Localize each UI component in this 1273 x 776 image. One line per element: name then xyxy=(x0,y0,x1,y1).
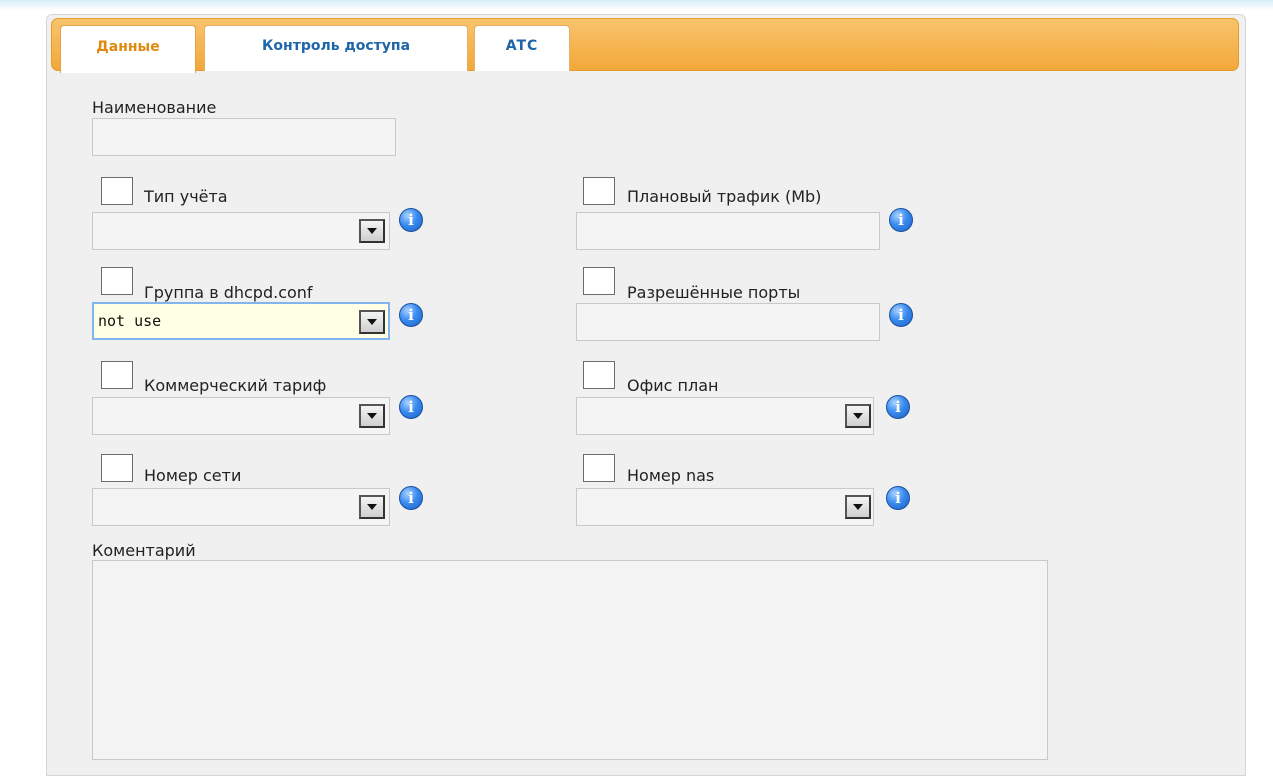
commercial-tariff-label: Коммерческий тариф xyxy=(144,376,327,395)
info-icon[interactable]: i xyxy=(399,208,423,232)
chevron-down-icon[interactable] xyxy=(845,404,871,428)
nas-number-select[interactable] xyxy=(576,488,874,526)
allowed-ports-input[interactable] xyxy=(576,303,880,341)
info-icon[interactable]: i xyxy=(399,303,423,327)
info-icon[interactable]: i xyxy=(399,486,423,510)
dhcp-group-select[interactable]: not use xyxy=(92,302,390,340)
planned-traffic-checkbox[interactable] xyxy=(583,177,615,205)
tab-access-control[interactable]: Контроль доступа xyxy=(204,25,468,71)
dhcp-group-checkbox[interactable] xyxy=(101,267,133,295)
planned-traffic-input[interactable] xyxy=(576,212,880,250)
account-type-checkbox[interactable] xyxy=(101,177,133,205)
top-gradient-strip xyxy=(0,0,1273,10)
comment-textarea[interactable] xyxy=(92,560,1048,760)
account-type-label: Тип учёта xyxy=(144,187,228,206)
allowed-ports-label: Разрешённые порты xyxy=(627,283,801,302)
info-icon[interactable]: i xyxy=(889,208,913,232)
allowed-ports-checkbox[interactable] xyxy=(583,267,615,295)
office-plan-select[interactable] xyxy=(576,397,874,435)
chevron-down-icon[interactable] xyxy=(359,310,385,334)
tab-data[interactable]: Данные xyxy=(60,25,196,73)
network-number-select[interactable] xyxy=(92,488,390,526)
commercial-tariff-select[interactable] xyxy=(92,397,390,435)
chevron-down-icon[interactable] xyxy=(359,219,385,243)
account-type-select[interactable] xyxy=(92,212,390,250)
chevron-down-icon[interactable] xyxy=(845,495,871,519)
office-plan-checkbox[interactable] xyxy=(583,361,615,389)
name-input[interactable] xyxy=(92,118,396,156)
office-plan-label: Офис план xyxy=(627,376,719,395)
chevron-down-icon[interactable] xyxy=(359,495,385,519)
info-icon[interactable]: i xyxy=(886,486,910,510)
network-number-label: Номер сети xyxy=(144,466,242,485)
commercial-tariff-checkbox[interactable] xyxy=(101,361,133,389)
network-number-checkbox[interactable] xyxy=(101,454,133,482)
nas-number-label: Номер nas xyxy=(627,466,715,485)
dhcp-group-label: Группа в dhcpd.conf xyxy=(144,283,313,302)
nas-number-checkbox[interactable] xyxy=(583,454,615,482)
comment-label: Коментарий xyxy=(92,541,196,560)
planned-traffic-label: Плановый трафик (Mb) xyxy=(627,187,822,206)
info-icon[interactable]: i xyxy=(886,395,910,419)
name-label: Наименование xyxy=(92,98,217,117)
tab-atc[interactable]: ATC xyxy=(474,25,570,71)
info-icon[interactable]: i xyxy=(399,395,423,419)
info-icon[interactable]: i xyxy=(889,303,913,327)
chevron-down-icon[interactable] xyxy=(359,404,385,428)
